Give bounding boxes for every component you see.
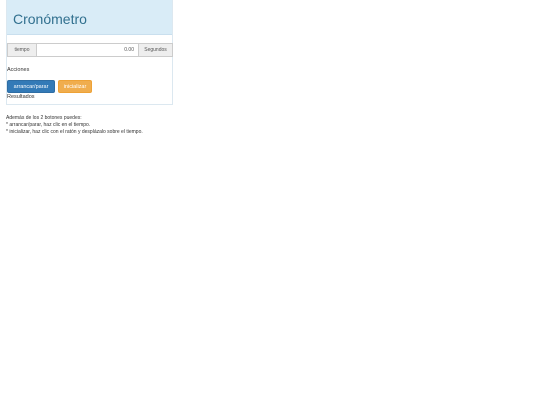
reset-button[interactable]: inicializar xyxy=(58,80,92,93)
timer-display: tiempo 0.00 Segundos xyxy=(7,43,173,57)
panel-header: Cronómetro xyxy=(7,0,172,35)
time-unit: Segundos xyxy=(138,44,172,56)
start-stop-button[interactable]: arrancar/parar xyxy=(7,80,55,93)
page-title: Cronómetro xyxy=(13,11,87,27)
help-line-reset: * inicializar, haz clic con el ratón y d… xyxy=(6,129,143,135)
actions-label: Acciones xyxy=(7,67,30,73)
help-intro: Además de los 2 botones puedes: xyxy=(6,115,82,121)
help-line-start-stop: * arrancar/parar, haz clic en el tiempo. xyxy=(6,122,91,128)
help-text: Además de los 2 botones puedes: * arranc… xyxy=(6,115,143,136)
results-label: Resultados xyxy=(7,94,35,100)
stopwatch-panel: Cronómetro tiempo 0.00 Segundos Acciones… xyxy=(6,0,173,105)
time-label: tiempo xyxy=(8,44,37,56)
time-value[interactable]: 0.00 xyxy=(37,44,138,56)
